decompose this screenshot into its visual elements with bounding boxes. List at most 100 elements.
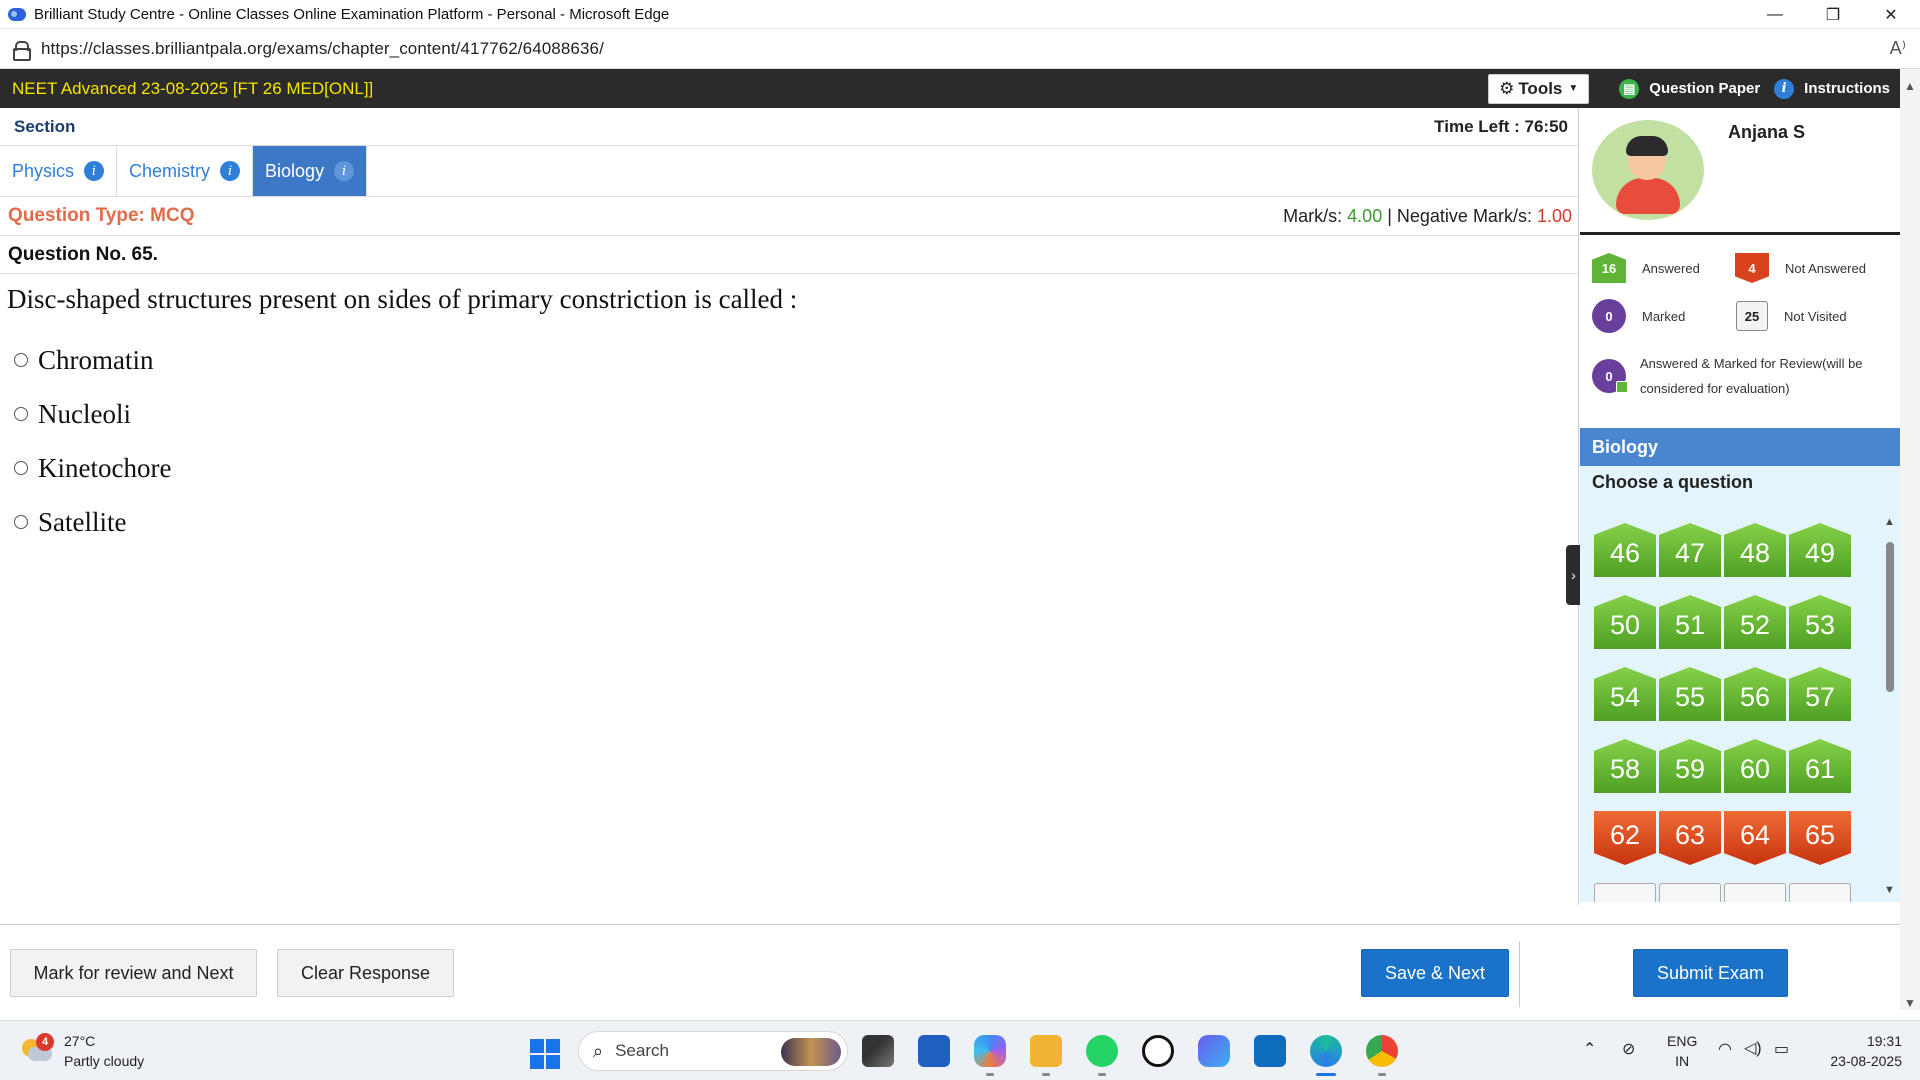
not-answered-badge: 4 — [1735, 253, 1769, 283]
store-icon[interactable] — [918, 1035, 950, 1067]
scroll-thumb[interactable] — [1886, 542, 1894, 692]
scroll-down-icon[interactable]: ▼ — [1884, 884, 1895, 896]
question-button-59[interactable]: 59 — [1659, 739, 1721, 793]
radio-button[interactable] — [14, 461, 28, 475]
radio-button[interactable] — [14, 515, 28, 529]
palette-scrollbar[interactable]: ▲ ▼ — [1882, 516, 1898, 896]
question-button-47[interactable]: 47 — [1659, 523, 1721, 577]
microsoft-365-icon[interactable] — [1198, 1035, 1230, 1067]
info-icon[interactable]: i — [84, 161, 105, 181]
close-button[interactable]: ✕ — [1862, 0, 1920, 29]
outlook-icon[interactable] — [1254, 1035, 1286, 1067]
question-button-unvisited-24[interactable] — [1789, 883, 1851, 902]
save-next-button[interactable]: Save & Next — [1361, 949, 1509, 997]
question-button-52[interactable]: 52 — [1724, 595, 1786, 649]
clock[interactable]: 19:31 23-08-2025 — [1812, 1031, 1902, 1071]
address-bar[interactable]: https://classes.brilliantpala.org/exams/… — [0, 29, 1920, 69]
option-4[interactable]: Satellite — [0, 495, 1578, 549]
collapse-panel-handle[interactable]: › — [1566, 545, 1581, 605]
chevron-up-icon[interactable]: ⌃ — [1583, 1039, 1596, 1059]
restore-button[interactable]: ❐ — [1804, 0, 1862, 29]
read-aloud-icon[interactable]: A⁾ — [1890, 38, 1906, 59]
minimize-button[interactable]: — — [1746, 0, 1804, 29]
mark-review-next-button[interactable]: Mark for review and Next — [10, 949, 257, 997]
question-button-unvisited-23[interactable] — [1724, 883, 1786, 902]
weather-widget[interactable]: 4 27°C Partly cloudy — [22, 1031, 144, 1071]
scroll-up-icon[interactable]: ▲ — [1904, 79, 1916, 93]
network-off-icon[interactable]: ⊘ — [1622, 1039, 1635, 1059]
file-explorer-icon[interactable] — [1030, 1035, 1062, 1067]
question-button-60[interactable]: 60 — [1724, 739, 1786, 793]
chevron-right-icon: › — [1571, 567, 1576, 583]
question-button-63[interactable]: 63 — [1659, 811, 1721, 865]
tab-biology[interactable]: Biology i — [253, 146, 368, 196]
radio-button[interactable] — [14, 407, 28, 421]
wifi-icon[interactable]: ◠ — [1718, 1039, 1732, 1059]
question-button-46[interactable]: 46 — [1594, 523, 1656, 577]
chrome-icon[interactable] — [1366, 1035, 1398, 1067]
radio-button[interactable] — [14, 353, 28, 367]
edge-taskbar-icon[interactable] — [1310, 1035, 1342, 1067]
question-palette: Choose a question 46 47 48 49 50 51 52 53 54 55 56… — [1580, 466, 1900, 902]
question-button-49[interactable]: 49 — [1789, 523, 1851, 577]
info-icon[interactable]: i — [334, 161, 355, 181]
answered-marked-count: 0 — [1605, 368, 1613, 384]
volume-icon[interactable]: ◁) — [1744, 1038, 1762, 1058]
time-left: Time Left : 76:50 — [1434, 116, 1568, 136]
question-button-61[interactable]: 61 — [1789, 739, 1851, 793]
option-1[interactable]: Chromatin — [0, 333, 1578, 387]
language-indicator[interactable]: ENG IN — [1667, 1031, 1697, 1071]
question-button-65[interactable]: 65 — [1789, 811, 1851, 865]
question-button-57[interactable]: 57 — [1789, 667, 1851, 721]
battery-icon[interactable]: ▭ — [1774, 1039, 1789, 1059]
info-icon[interactable]: i — [220, 161, 241, 181]
scroll-up-icon[interactable]: ▲ — [1884, 516, 1895, 528]
question-button-58[interactable]: 58 — [1594, 739, 1656, 793]
question-button-55[interactable]: 55 — [1659, 667, 1721, 721]
date: 23-08-2025 — [1830, 1053, 1902, 1069]
scroll-down-icon[interactable]: ▼ — [1904, 996, 1916, 1010]
question-button-50[interactable]: 50 — [1594, 595, 1656, 649]
avatar — [1592, 120, 1704, 220]
whatsapp-icon[interactable] — [1086, 1035, 1118, 1067]
question-button-51[interactable]: 51 — [1659, 595, 1721, 649]
submit-exam-button[interactable]: Submit Exam — [1633, 949, 1788, 997]
windows-start-icon[interactable] — [530, 1039, 560, 1069]
option-label[interactable]: Kinetochore — [38, 453, 171, 484]
question-button-54[interactable]: 54 — [1594, 667, 1656, 721]
instructions-link[interactable]: i Instructions — [1774, 78, 1890, 99]
section-bar: Section Time Left : 76:50 — [0, 108, 1578, 146]
tab-chemistry[interactable]: Chemistry i — [117, 146, 254, 196]
action-bar: Mark for review and Next Clear Response … — [0, 924, 1900, 1020]
dell-icon[interactable] — [1142, 1035, 1174, 1067]
question-button-48[interactable]: 48 — [1724, 523, 1786, 577]
question-button-56[interactable]: 56 — [1724, 667, 1786, 721]
avatar-hair — [1626, 136, 1668, 156]
page-scrollbar[interactable]: ▲ ▼ — [1900, 69, 1920, 1010]
option-label[interactable]: Chromatin — [38, 345, 154, 376]
url-text[interactable]: https://classes.brilliantpala.org/exams/… — [41, 39, 604, 59]
question-button-unvisited-22[interactable] — [1659, 883, 1721, 902]
question-button-62[interactable]: 62 — [1594, 811, 1656, 865]
question-paper-link[interactable]: ▤ Question Paper — [1619, 78, 1760, 99]
gear-icon: ⚙ — [1499, 78, 1515, 98]
tab-physics[interactable]: Physics i — [0, 146, 118, 196]
lock-icon[interactable] — [13, 40, 31, 61]
option-2[interactable]: Nucleoli — [0, 387, 1578, 441]
taskbar-search[interactable]: ⌕ Search — [578, 1031, 848, 1071]
clear-response-button[interactable]: Clear Response — [277, 949, 454, 997]
time: 19:31 — [1866, 1033, 1902, 1049]
search-label: Search — [615, 1041, 669, 1060]
question-button-unvisited-21[interactable] — [1594, 883, 1656, 902]
option-3[interactable]: Kinetochore — [0, 441, 1578, 495]
question-button-64[interactable]: 64 — [1724, 811, 1786, 865]
task-view-icon[interactable] — [862, 1035, 894, 1067]
legend-label: Not Visited — [1784, 308, 1847, 324]
option-label[interactable]: Nucleoli — [38, 399, 131, 430]
copilot-icon[interactable] — [974, 1035, 1006, 1067]
tools-button[interactable]: ⚙ Tools ▼ — [1488, 73, 1590, 104]
legend-answered: 16 Answered — [1592, 253, 1700, 283]
question-button-53[interactable]: 53 — [1789, 595, 1851, 649]
option-label[interactable]: Satellite — [38, 507, 126, 538]
not-visited-badge: 25 — [1736, 301, 1768, 331]
